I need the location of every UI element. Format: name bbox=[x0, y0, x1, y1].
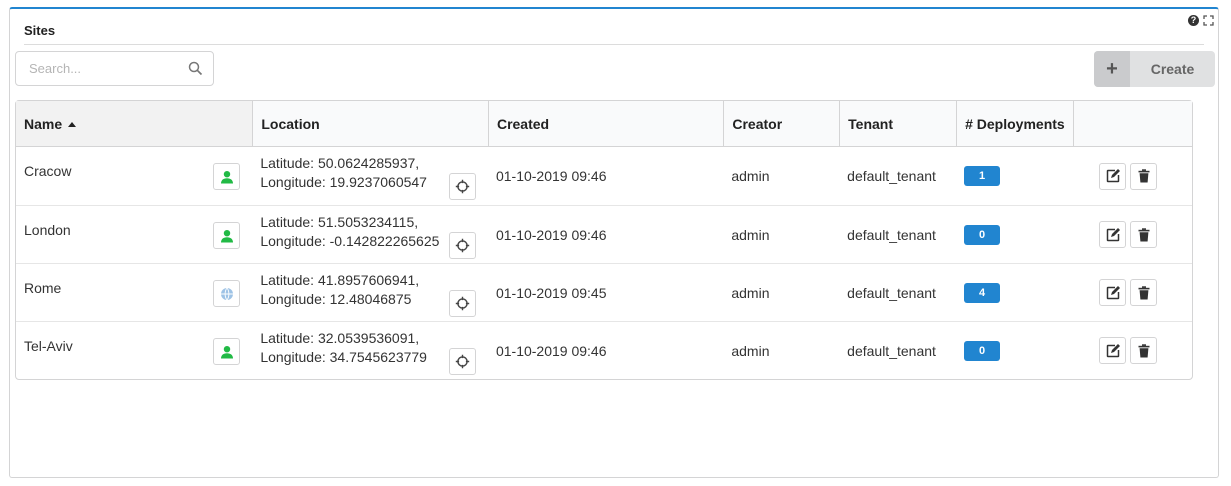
plus-icon: + bbox=[1094, 51, 1130, 87]
widget-header: Sites ? bbox=[24, 15, 1214, 45]
site-name-cell: Tel-Aviv bbox=[16, 321, 253, 379]
tenant-cell: default_tenant bbox=[839, 321, 957, 379]
edit-icon[interactable] bbox=[1099, 337, 1127, 364]
location-cell: Latitude: 32.0539536091, Longitude: 34.7… bbox=[252, 321, 488, 379]
creator-cell: admin bbox=[723, 205, 840, 263]
user-icon bbox=[213, 222, 241, 249]
create-button[interactable]: + Create bbox=[1094, 51, 1215, 87]
deployments-cell: 1 bbox=[956, 147, 1073, 205]
longitude-text: Longitude: 34.7545623779 bbox=[260, 348, 427, 365]
crosshairs-icon[interactable] bbox=[448, 173, 476, 200]
deployments-cell: 0 bbox=[956, 321, 1074, 379]
trash-icon[interactable] bbox=[1130, 279, 1158, 306]
user-icon bbox=[213, 338, 241, 365]
edit-icon[interactable] bbox=[1099, 221, 1127, 248]
location-cell: Latitude: 51.5053234115, Longitude: -0.1… bbox=[252, 205, 488, 263]
deployments-count-badge[interactable]: 4 bbox=[964, 282, 1001, 303]
table-row: London Latitude: 51.5053234115, Longitud… bbox=[16, 205, 1192, 263]
maximize-icon[interactable] bbox=[1203, 15, 1214, 26]
trash-icon[interactable] bbox=[1130, 162, 1158, 190]
edit-icon[interactable] bbox=[1099, 162, 1127, 190]
creator-cell: admin bbox=[723, 321, 840, 379]
column-header-created[interactable]: Created bbox=[487, 101, 724, 147]
site-name: Rome bbox=[24, 279, 62, 296]
table-row: Rome Latitude: 41.8957606941, Longitude:… bbox=[16, 263, 1192, 321]
sites-table: Name Location Created Creator Tenant # D… bbox=[15, 100, 1193, 380]
creator-cell: admin bbox=[731, 168, 770, 184]
table-row: Tel-Aviv Latitude: 32.0539536091, Longit… bbox=[16, 321, 1192, 379]
actions-cell bbox=[1073, 147, 1192, 205]
latitude-text: Latitude: 50.0624285937, bbox=[260, 155, 420, 171]
help-icon[interactable]: ? bbox=[1188, 15, 1199, 26]
creator-cell: admin bbox=[723, 263, 840, 321]
trash-icon[interactable] bbox=[1130, 221, 1158, 248]
column-header-location[interactable]: Location bbox=[252, 101, 488, 147]
site-name: Cracow bbox=[24, 163, 72, 179]
latitude-text: Latitude: 41.8957606941, bbox=[260, 271, 420, 288]
site-name-cell: Rome bbox=[16, 263, 253, 321]
created-cell: 01-10-2019 09:46 bbox=[487, 205, 724, 263]
deployments-cell: 4 bbox=[956, 263, 1074, 321]
column-header-creator[interactable]: Creator bbox=[723, 101, 840, 147]
table-header-row: Name Location Created Creator Tenant # D… bbox=[16, 101, 1192, 147]
site-name: Tel-Aviv bbox=[24, 337, 73, 354]
longitude-text: Longitude: 12.48046875 bbox=[260, 290, 412, 307]
sort-ascending-icon bbox=[68, 121, 77, 127]
tenant-cell: default_tenant bbox=[847, 168, 936, 184]
crosshairs-icon[interactable] bbox=[448, 348, 476, 375]
deployments-count-badge[interactable]: 1 bbox=[964, 166, 1001, 186]
widget-title: Sites bbox=[24, 23, 56, 38]
crosshairs-icon[interactable] bbox=[448, 290, 476, 317]
user-icon bbox=[213, 163, 241, 190]
deployments-cell: 0 bbox=[956, 205, 1074, 263]
search-icon bbox=[188, 61, 203, 76]
search-input[interactable] bbox=[16, 52, 176, 85]
latitude-text: Latitude: 32.0539536091, bbox=[260, 329, 420, 346]
crosshairs-icon[interactable] bbox=[448, 232, 476, 259]
column-header-name[interactable]: Name bbox=[16, 101, 253, 147]
edit-icon[interactable] bbox=[1099, 279, 1127, 306]
location-cell: Latitude: 50.0624285937, Longitude: 19.9… bbox=[252, 147, 488, 205]
tenant-cell: default_tenant bbox=[839, 263, 957, 321]
column-header-deployments[interactable]: # Deployments bbox=[956, 101, 1074, 147]
create-button-label: Create bbox=[1150, 61, 1195, 77]
site-name-cell: London bbox=[16, 205, 253, 263]
search-box bbox=[15, 51, 214, 86]
site-name: London bbox=[24, 221, 71, 238]
site-name-cell: Cracow bbox=[16, 147, 252, 205]
created-cell: 01-10-2019 09:45 bbox=[487, 263, 724, 321]
location-cell: Latitude: 41.8957606941, Longitude: 12.4… bbox=[252, 263, 488, 321]
actions-cell bbox=[1073, 205, 1192, 263]
deployments-count-badge[interactable]: 0 bbox=[964, 224, 1001, 245]
globe-icon bbox=[213, 280, 241, 307]
column-header-actions bbox=[1073, 101, 1192, 147]
actions-cell bbox=[1073, 321, 1192, 379]
deployments-count-badge[interactable]: 0 bbox=[964, 340, 1001, 361]
created-cell: 01-10-2019 09:46 bbox=[487, 321, 724, 379]
column-header-tenant[interactable]: Tenant bbox=[839, 101, 957, 147]
actions-cell bbox=[1073, 263, 1192, 321]
latitude-text: Latitude: 51.5053234115, bbox=[260, 213, 419, 230]
longitude-text: Longitude: 19.9237060547 bbox=[260, 174, 427, 190]
trash-icon[interactable] bbox=[1130, 337, 1158, 364]
longitude-text: Longitude: -0.142822265625 bbox=[260, 232, 440, 249]
tenant-cell: default_tenant bbox=[839, 205, 957, 263]
created-cell: 01-10-2019 09:46 bbox=[495, 168, 607, 184]
table-row: Cracow Latitude: 50.0624285937, Longitud… bbox=[16, 147, 1192, 205]
widget-header-icons: ? bbox=[1188, 15, 1214, 26]
